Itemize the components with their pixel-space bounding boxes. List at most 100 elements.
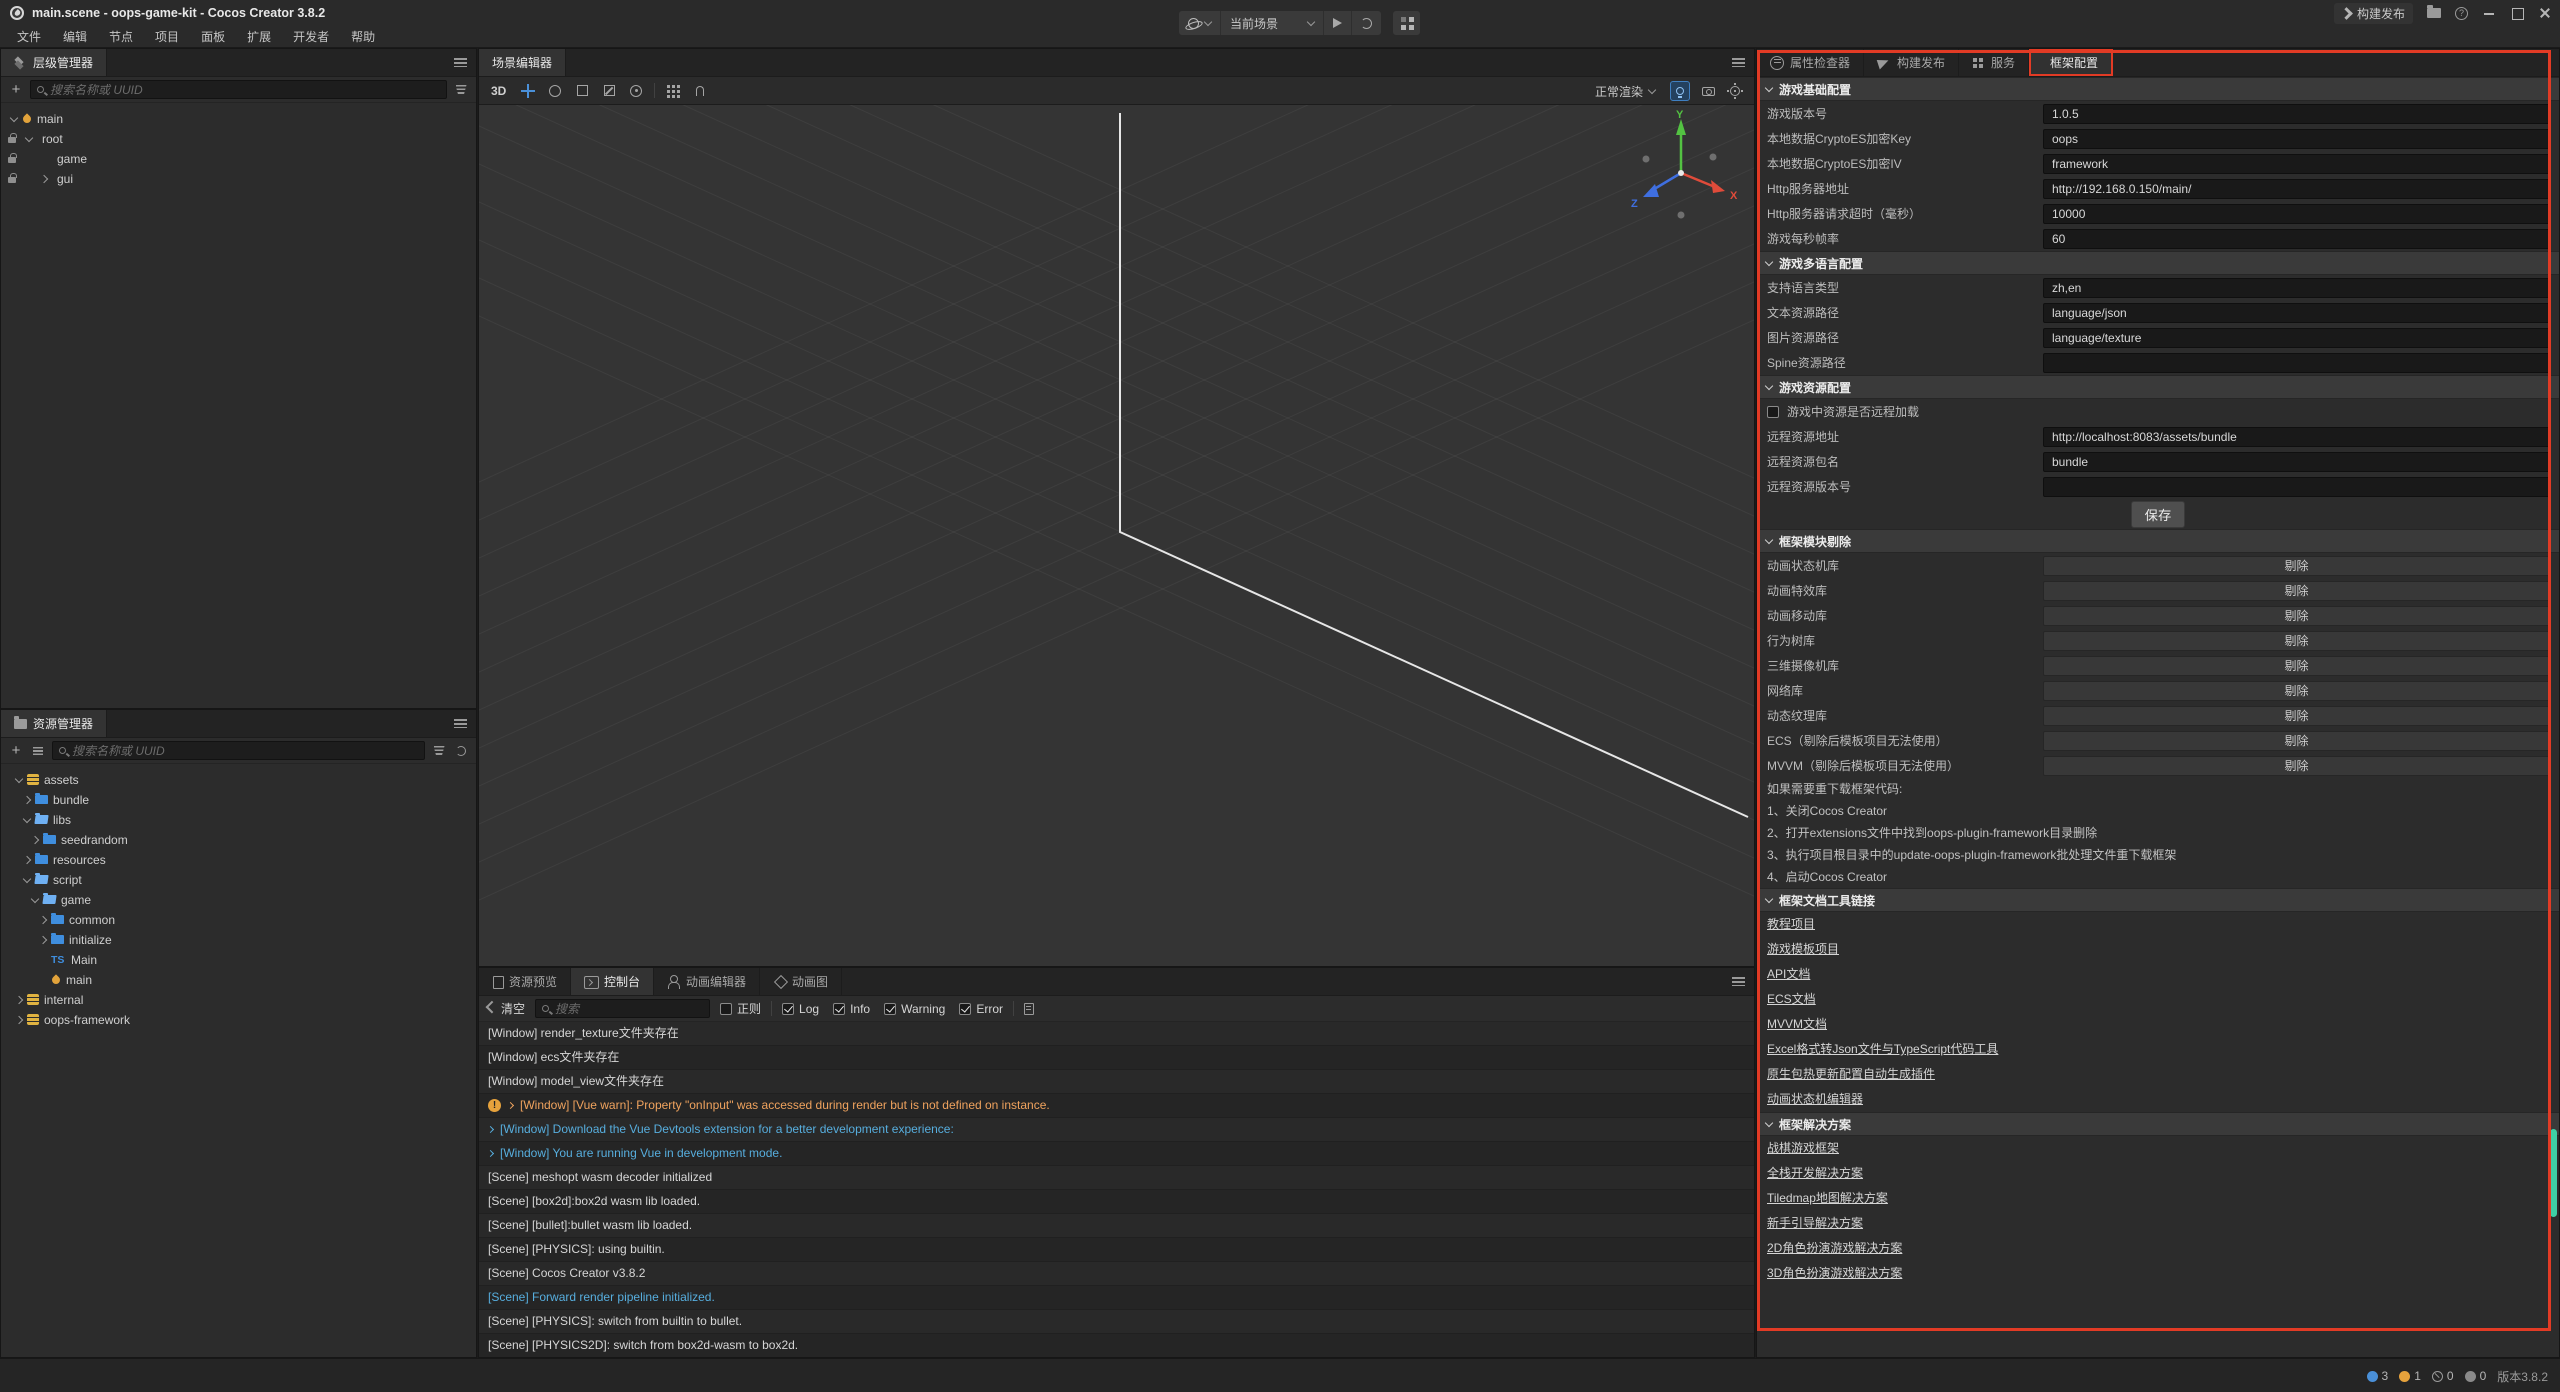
remove-module-button[interactable]: 剔除: [2043, 731, 2550, 751]
caret-icon[interactable]: [23, 815, 31, 823]
caret-icon[interactable]: [23, 796, 31, 804]
field-input[interactable]: 60: [2043, 229, 2550, 249]
status-badge[interactable]: 0: [2465, 1369, 2487, 1383]
remove-module-button[interactable]: 剔除: [2043, 631, 2550, 651]
doc-link[interactable]: Excel格式转Json文件与TypeScript代码工具: [1767, 1037, 1998, 1062]
asset-node[interactable]: internal: [1, 990, 476, 1010]
expand-caret-icon[interactable]: [487, 1126, 494, 1133]
asset-filter-icon[interactable]: [431, 743, 447, 759]
console-log-row[interactable]: [Scene] meshopt wasm decoder initialized: [479, 1166, 1754, 1190]
field-input[interactable]: [2043, 353, 2550, 373]
expand-caret-icon[interactable]: [507, 1102, 514, 1109]
doc-link[interactable]: ECS文档: [1767, 987, 1816, 1012]
create-asset-button[interactable]: [8, 743, 24, 759]
section-i18n-config[interactable]: 游戏多语言配置: [1757, 251, 2559, 275]
asset-node[interactable]: oops-framework: [1, 1010, 476, 1030]
menu-item[interactable]: 项目: [144, 28, 190, 45]
doc-link[interactable]: 原生包热更新配置自动生成插件: [1767, 1062, 1935, 1087]
solution-link[interactable]: 战棋游戏框架: [1767, 1136, 1839, 1161]
solution-link[interactable]: 2D角色扮演游戏解决方案: [1767, 1236, 1902, 1261]
preview-device-button[interactable]: [1179, 11, 1221, 35]
solution-link[interactable]: 全栈开发解决方案: [1767, 1161, 1863, 1186]
camera-view-button[interactable]: [1699, 82, 1717, 100]
expand-caret-icon[interactable]: [487, 1150, 494, 1157]
field-input[interactable]: zh,en: [2043, 278, 2550, 298]
sort-assets-icon[interactable]: [30, 743, 46, 759]
field-input[interactable]: http://localhost:8083/assets/bundle: [2043, 427, 2550, 447]
caret-icon[interactable]: [15, 1016, 23, 1024]
filter-icon[interactable]: [453, 82, 469, 98]
caret-icon[interactable]: [25, 134, 33, 142]
scrollbar-thumb[interactable]: [2550, 1129, 2557, 1217]
render-mode-dropdown[interactable]: 正常渲染: [1589, 81, 1661, 102]
checkbox[interactable]: [720, 1003, 732, 1015]
asset-node[interactable]: common: [1, 910, 476, 930]
rect-tool-button[interactable]: [573, 82, 591, 100]
menu-item[interactable]: 面板: [190, 28, 236, 45]
lighting-toggle-button[interactable]: [1670, 81, 1690, 101]
field-input[interactable]: language/json: [2043, 303, 2550, 323]
asset-node[interactable]: resources: [1, 850, 476, 870]
inspector-tab[interactable]: 服务: [1959, 49, 2029, 76]
save-button[interactable]: 保存: [2131, 501, 2186, 528]
checkbox[interactable]: [959, 1003, 971, 1015]
console-log-row[interactable]: [Window] Download the Vue Devtools exten…: [479, 1118, 1754, 1142]
remove-module-button[interactable]: 剔除: [2043, 656, 2550, 676]
remove-module-button[interactable]: 剔除: [2043, 706, 2550, 726]
console-tab[interactable]: 动画图: [760, 968, 842, 995]
status-badge[interactable]: 0: [2432, 1369, 2454, 1383]
field-input[interactable]: 1.0.5: [2043, 104, 2550, 124]
field-input[interactable]: language/texture: [2043, 328, 2550, 348]
console-log-row[interactable]: [Window] [Vue warn]: Property "onInput" …: [479, 1094, 1754, 1118]
hierarchy-node[interactable]: gui: [1, 169, 476, 189]
checkbox[interactable]: [833, 1003, 845, 1015]
build-publish-button[interactable]: 构建发布: [2334, 3, 2413, 24]
console-tab[interactable]: 资源预览: [479, 968, 571, 995]
clear-console-button[interactable]: 清空: [486, 1000, 525, 1017]
caret-icon[interactable]: [31, 836, 39, 844]
console-log-row[interactable]: [Window] render_texture文件夹存在: [479, 1022, 1754, 1046]
axis-gizmo[interactable]: X Y Z: [1621, 109, 1741, 229]
field-input[interactable]: framework: [2043, 154, 2550, 174]
asset-node[interactable]: initialize: [1, 930, 476, 950]
checkbox[interactable]: [782, 1003, 794, 1015]
caret-icon[interactable]: [39, 936, 47, 944]
menu-item[interactable]: 扩展: [236, 28, 282, 45]
checkbox[interactable]: [884, 1003, 896, 1015]
caret-icon[interactable]: [39, 916, 47, 924]
rotate-tool-button[interactable]: [546, 82, 564, 100]
regex-checkbox[interactable]: 正则: [720, 1000, 761, 1017]
scene-select-dropdown[interactable]: 当前场景: [1221, 11, 1324, 35]
asset-node[interactable]: script: [1, 870, 476, 890]
caret-icon[interactable]: [15, 775, 23, 783]
status-badge[interactable]: 1: [2399, 1369, 2421, 1383]
step-button[interactable]: [1352, 11, 1381, 35]
console-log-row[interactable]: [Scene] [PHYSICS2D]: switch from box2d-w…: [479, 1334, 1754, 1357]
console-log-row[interactable]: [Scene] [bullet]:bullet wasm lib loaded.: [479, 1214, 1754, 1238]
close-button[interactable]: [2538, 6, 2552, 20]
console-log-row[interactable]: [Window] model_view文件夹存在: [479, 1070, 1754, 1094]
preview-qr-button[interactable]: [1392, 10, 1421, 36]
doc-link[interactable]: API文档: [1767, 962, 1810, 987]
field-input[interactable]: http://192.168.0.150/main/: [2043, 179, 2550, 199]
console-log-row[interactable]: [Scene] Cocos Creator v3.8.2: [479, 1262, 1754, 1286]
hierarchy-node[interactable]: main: [1, 109, 476, 129]
section-doc-links[interactable]: 框架文档工具链接: [1757, 888, 2559, 912]
remove-module-button[interactable]: 剔除: [2043, 681, 2550, 701]
console-log-row[interactable]: [Scene] [PHYSICS]: using builtin.: [479, 1238, 1754, 1262]
console-log-row[interactable]: [Scene] [box2d]:box2d wasm lib loaded.: [479, 1190, 1754, 1214]
caret-icon[interactable]: [15, 996, 23, 1004]
tab-scene-editor[interactable]: 场景编辑器: [479, 49, 566, 76]
log-filter-checkbox[interactable]: Error: [959, 1002, 1003, 1016]
asset-node[interactable]: seedrandom: [1, 830, 476, 850]
doc-link[interactable]: MVVM文档: [1767, 1012, 1827, 1037]
console-log-row[interactable]: [Window] You are running Vue in developm…: [479, 1142, 1754, 1166]
hierarchy-search[interactable]: [30, 80, 447, 99]
solution-link[interactable]: 新手引导解决方案: [1767, 1211, 1863, 1236]
inspector-tab[interactable]: 框架配置: [2029, 49, 2113, 76]
status-badge[interactable]: 3: [2367, 1369, 2389, 1383]
scale-tool-button[interactable]: [600, 82, 618, 100]
section-solutions[interactable]: 框架解决方案: [1757, 1112, 2559, 1136]
field-input[interactable]: 10000: [2043, 204, 2550, 224]
menu-item[interactable]: 节点: [98, 28, 144, 45]
